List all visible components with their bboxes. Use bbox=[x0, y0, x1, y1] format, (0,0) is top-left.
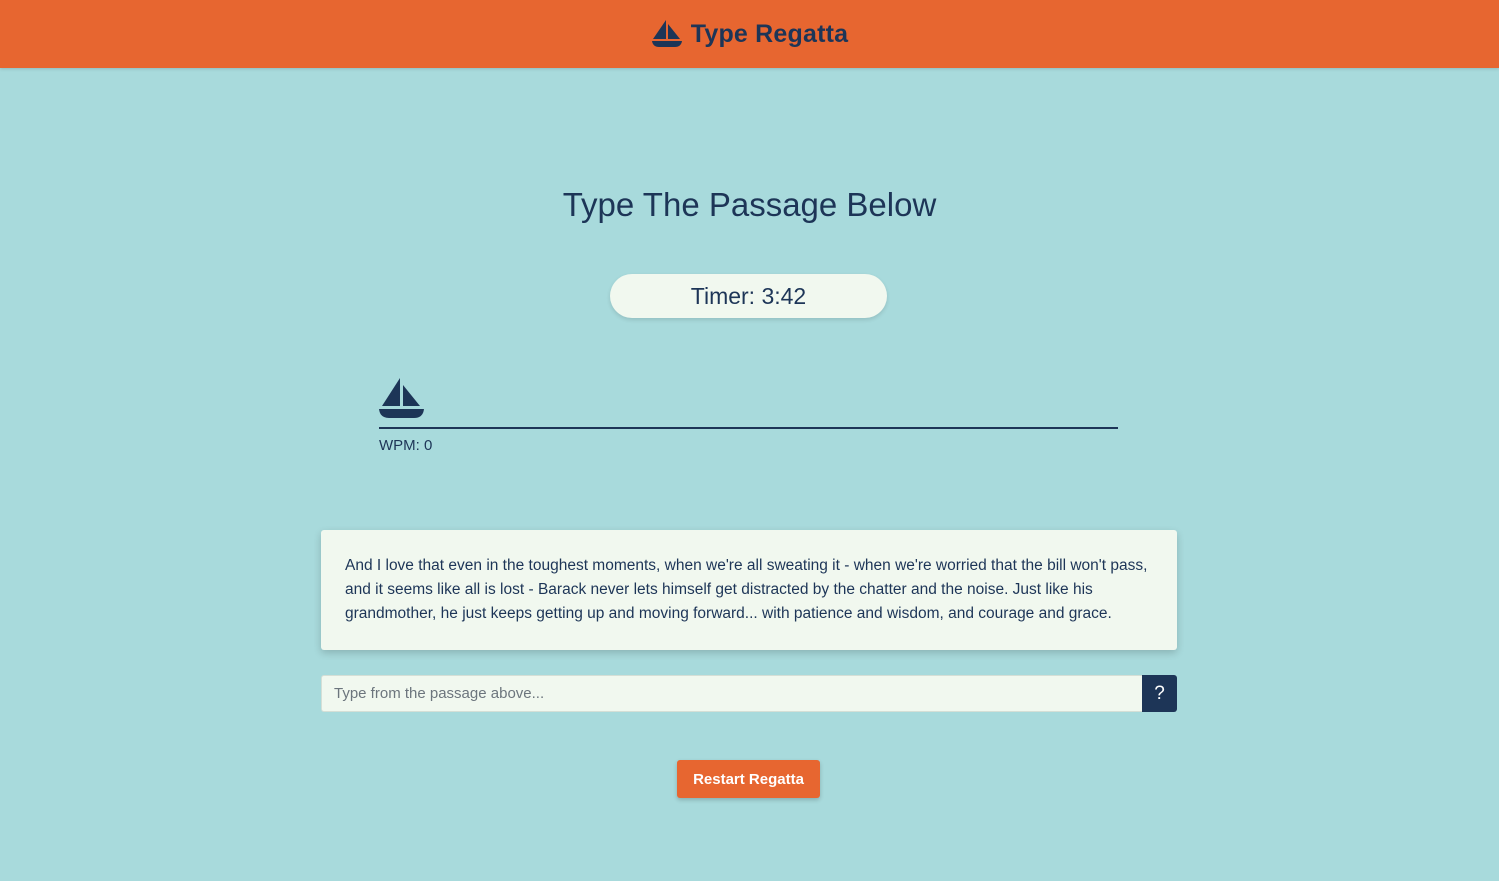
brand-link[interactable]: Type Regatta bbox=[651, 20, 849, 49]
page-title: Type The Passage Below bbox=[562, 186, 937, 223]
timer-display: Timer: 3:42 bbox=[610, 274, 887, 318]
sailboat-icon bbox=[379, 378, 424, 424]
sailboat-icon bbox=[651, 20, 683, 48]
help-button[interactable]: ? bbox=[1142, 675, 1177, 712]
race-track: WPM: 0 bbox=[379, 375, 1118, 465]
restart-button[interactable]: Restart Regatta bbox=[677, 760, 820, 798]
brand-title: Type Regatta bbox=[690, 19, 849, 48]
typing-input[interactable] bbox=[321, 675, 1142, 712]
navbar: Type Regatta bbox=[0, 0, 1499, 68]
wpm-readout: WPM: 0 bbox=[379, 437, 433, 454]
passage-card: And I love that even in the toughest mom… bbox=[321, 530, 1177, 650]
race-track-line bbox=[379, 427, 1118, 429]
typing-input-group: ? bbox=[321, 675, 1177, 712]
